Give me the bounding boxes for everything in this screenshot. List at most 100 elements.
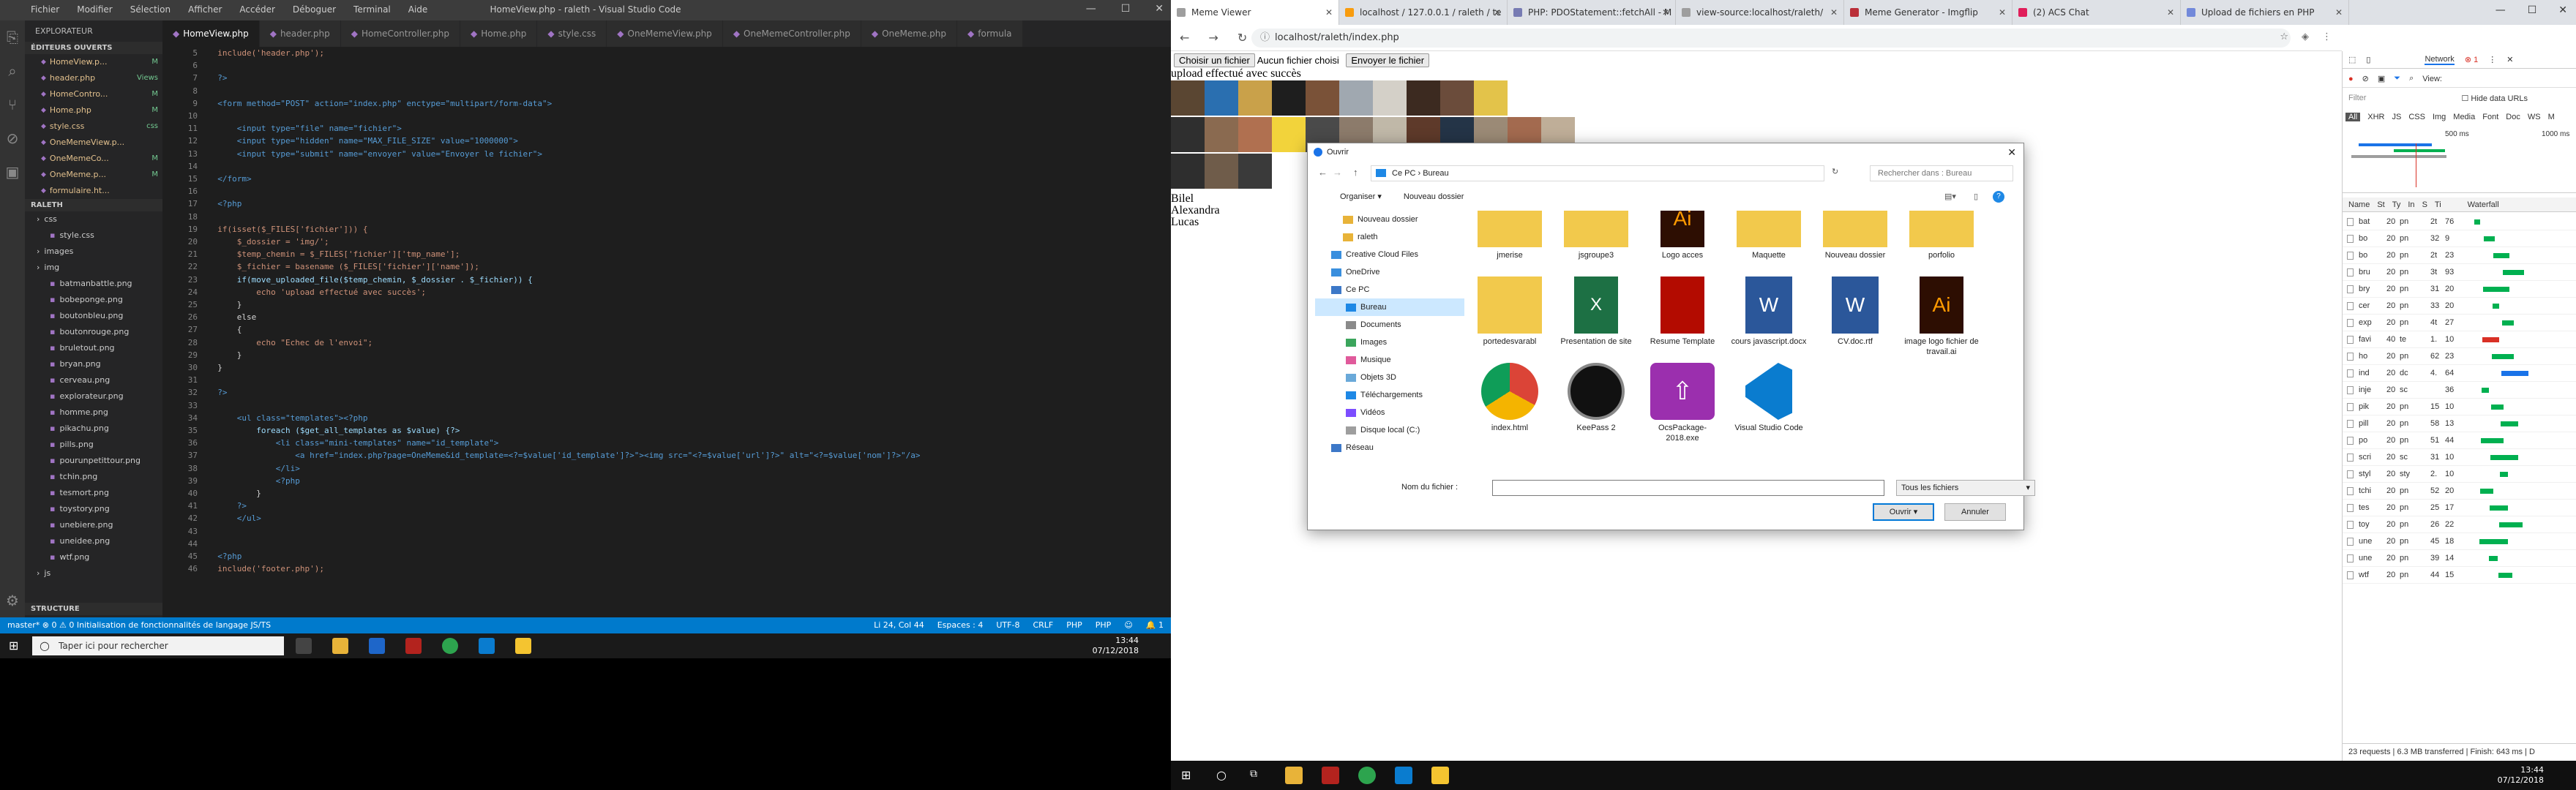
refresh-icon[interactable]: ↻ bbox=[1832, 167, 1838, 176]
column-header[interactable]: In bbox=[2408, 198, 2414, 211]
column-header[interactable]: Ti bbox=[2435, 198, 2441, 211]
status-item[interactable]: Li 24, Col 44 bbox=[874, 620, 924, 630]
file-folder[interactable]: Nouveau dossier bbox=[1816, 211, 1895, 260]
filter-input[interactable]: Filter bbox=[2348, 94, 2366, 102]
browser-tab[interactable]: localhost / 127.0.0.1 / raleth / te ✕ bbox=[1339, 0, 1508, 25]
file-docx[interactable]: W CV.doc.rtf bbox=[1816, 276, 1895, 347]
devtools-close-icon[interactable]: ✕ bbox=[2506, 55, 2513, 64]
file-ai[interactable]: Ai image logo fichier de travail.ai bbox=[1902, 276, 1981, 357]
path-item[interactable]: Ce PC bbox=[1392, 169, 1415, 178]
file-item[interactable]: ▪ boutonbleu.png bbox=[25, 308, 162, 324]
open-editor-item[interactable]: ◆ Home.php M bbox=[25, 102, 162, 118]
file-item[interactable]: ▪ wtf.png bbox=[25, 549, 162, 565]
path-breadcrumb[interactable]: Ce PC › Bureau bbox=[1371, 165, 1824, 181]
close-icon[interactable]: ✕ bbox=[1662, 0, 1669, 25]
nav-item-disk[interactable]: Disque local (C:) bbox=[1315, 421, 1464, 439]
file-ai[interactable]: Ai Logo acces bbox=[1643, 211, 1722, 260]
file-item[interactable]: ▪ unebiere.png bbox=[25, 517, 162, 533]
file-folder[interactable]: portedesvarabl bbox=[1470, 276, 1549, 347]
devtools-menu-icon[interactable]: ⋮ bbox=[2488, 55, 2496, 64]
file-item[interactable]: ▪ style.css bbox=[25, 227, 162, 244]
file-item[interactable]: ▪ pikachu.png bbox=[25, 421, 162, 437]
open-editor-item[interactable]: ◆ formulaire.ht... bbox=[25, 183, 162, 199]
app-icon[interactable] bbox=[515, 638, 531, 654]
browser-tab[interactable]: Meme Viewer ✕ bbox=[1171, 0, 1339, 25]
open-editors-section[interactable]: ÉDITEURS OUVERTS bbox=[25, 42, 162, 54]
windows-start-icon[interactable]: ⊞ bbox=[1181, 768, 1191, 782]
search-icon[interactable]: ⌕ bbox=[0, 54, 25, 88]
network-tab[interactable]: Network bbox=[2425, 55, 2455, 65]
meme-thumbnail[interactable] bbox=[1238, 154, 1272, 189]
type-filter-ws[interactable]: WS bbox=[2528, 113, 2541, 121]
close-icon[interactable]: ✕ bbox=[2335, 0, 2343, 25]
app-icon[interactable] bbox=[1431, 767, 1449, 784]
open-editor-item[interactable]: ◆ style.css css bbox=[25, 118, 162, 135]
cortana-icon[interactable]: ○ bbox=[1216, 768, 1227, 782]
type-filter-img[interactable]: Img bbox=[2433, 113, 2446, 121]
file-docx[interactable]: Wcours javascript.docx bbox=[1729, 276, 1808, 347]
browser-tab[interactable]: Upload de fichiers en PHP ✕ bbox=[2181, 0, 2349, 25]
file-folder[interactable]: porfolio bbox=[1902, 211, 1981, 260]
close-icon[interactable]: ✕ bbox=[2007, 143, 2016, 161]
structure-section[interactable]: STRUCTURE bbox=[25, 603, 162, 615]
back-icon[interactable]: ← bbox=[1180, 31, 1189, 45]
request-row[interactable]: bo 20 pn 32 9 bbox=[2343, 230, 2576, 247]
request-row[interactable]: favi 40 te 1. 10 bbox=[2343, 331, 2576, 348]
hide-data-urls[interactable]: ☐ Hide data URLs bbox=[2461, 94, 2528, 103]
file-item[interactable]: ▪ bobeponge.png bbox=[25, 292, 162, 308]
meme-thumbnail[interactable] bbox=[1171, 80, 1205, 116]
request-row[interactable]: tchi 20 pn 52 20 bbox=[2343, 483, 2576, 500]
search-icon[interactable]: ⌕ bbox=[2409, 74, 2414, 83]
file-explorer-icon[interactable] bbox=[332, 638, 348, 654]
filter-icon[interactable]: ⏷ bbox=[2394, 74, 2400, 83]
request-row[interactable]: ho 20 pn 62 23 bbox=[2343, 348, 2576, 365]
request-row[interactable]: toy 20 pn 26 22 bbox=[2343, 516, 2576, 533]
folder-item[interactable]: › css bbox=[25, 211, 162, 227]
star-icon[interactable]: ☆ bbox=[2280, 31, 2288, 42]
up-icon[interactable]: ↑ bbox=[1353, 167, 1358, 178]
minimize-icon[interactable]: — bbox=[1086, 3, 1096, 15]
tab-homecontroller-php[interactable]: ◆ HomeController.php bbox=[340, 20, 461, 47]
meme-thumbnail[interactable] bbox=[1306, 80, 1339, 116]
folder-item[interactable]: › js bbox=[25, 565, 162, 582]
file-item[interactable]: ▪ toystory.png bbox=[25, 501, 162, 517]
project-section[interactable]: RALETH bbox=[25, 199, 162, 211]
meme-thumbnail[interactable] bbox=[1205, 154, 1238, 189]
file-vscode[interactable]: Visual Studio Code bbox=[1729, 363, 1808, 433]
meme-thumbnail[interactable] bbox=[1373, 80, 1407, 116]
chrome-icon[interactable] bbox=[1358, 767, 1376, 784]
extension-icon[interactable]: ◈ bbox=[2302, 31, 2309, 42]
status-item[interactable]: Espaces : 4 bbox=[937, 620, 984, 630]
maximize-icon[interactable]: ☐ bbox=[2528, 4, 2537, 16]
close-icon[interactable]: ✕ bbox=[1830, 0, 1838, 25]
type-filter-js[interactable]: JS bbox=[2392, 113, 2401, 121]
file-pdf[interactable]: Resume Template bbox=[1643, 276, 1722, 347]
browser-tab[interactable]: (2) ACS Chat ✕ bbox=[2012, 0, 2181, 25]
code-editor[interactable]: 5 include('header.php'); 6 7 ?> 8 9 <form me… bbox=[162, 47, 1171, 617]
file-explorer-icon[interactable] bbox=[1285, 767, 1303, 784]
taskbar-clock[interactable]: 13:44 07/12/2018 bbox=[1093, 636, 1139, 656]
meme-thumbnail[interactable] bbox=[1171, 154, 1205, 189]
folder-item[interactable]: › images bbox=[25, 244, 162, 260]
column-header[interactable]: Waterfall bbox=[2468, 198, 2499, 211]
tab-homeview-php[interactable]: ◆ HomeView.php bbox=[162, 20, 260, 47]
preview-icon[interactable]: ▯ bbox=[1974, 189, 1978, 205]
tab-onememeview-php[interactable]: ◆ OneMemeView.php bbox=[607, 20, 723, 47]
vscode-icon[interactable] bbox=[479, 638, 495, 654]
column-header[interactable]: S bbox=[2422, 198, 2427, 211]
new-folder-button[interactable]: Nouveau dossier bbox=[1404, 189, 1464, 205]
file-item[interactable]: ▪ bruletout.png bbox=[25, 340, 162, 356]
request-row[interactable]: cer 20 pn 33 20 bbox=[2343, 298, 2576, 315]
file-folder[interactable]: jsgroupe3 bbox=[1557, 211, 1636, 260]
nav-item-desk[interactable]: Bureau bbox=[1315, 298, 1464, 316]
status-item[interactable]: PHP bbox=[1066, 620, 1082, 630]
file-item[interactable]: ▪ pills.png bbox=[25, 437, 162, 453]
tab-style-css[interactable]: ◆ style.css bbox=[537, 20, 607, 47]
nav-item-music[interactable]: Musique bbox=[1315, 351, 1464, 369]
nav-item-img[interactable]: Images bbox=[1315, 334, 1464, 351]
nav-item-vid[interactable]: Vidéos bbox=[1315, 404, 1464, 421]
view-icon[interactable]: ▤▾ bbox=[1944, 189, 1956, 205]
open-editor-item[interactable]: ◆ OneMemeCo... M bbox=[25, 151, 162, 167]
meme-thumbnail[interactable] bbox=[1171, 117, 1205, 152]
type-filter-m[interactable]: M bbox=[2548, 113, 2555, 121]
